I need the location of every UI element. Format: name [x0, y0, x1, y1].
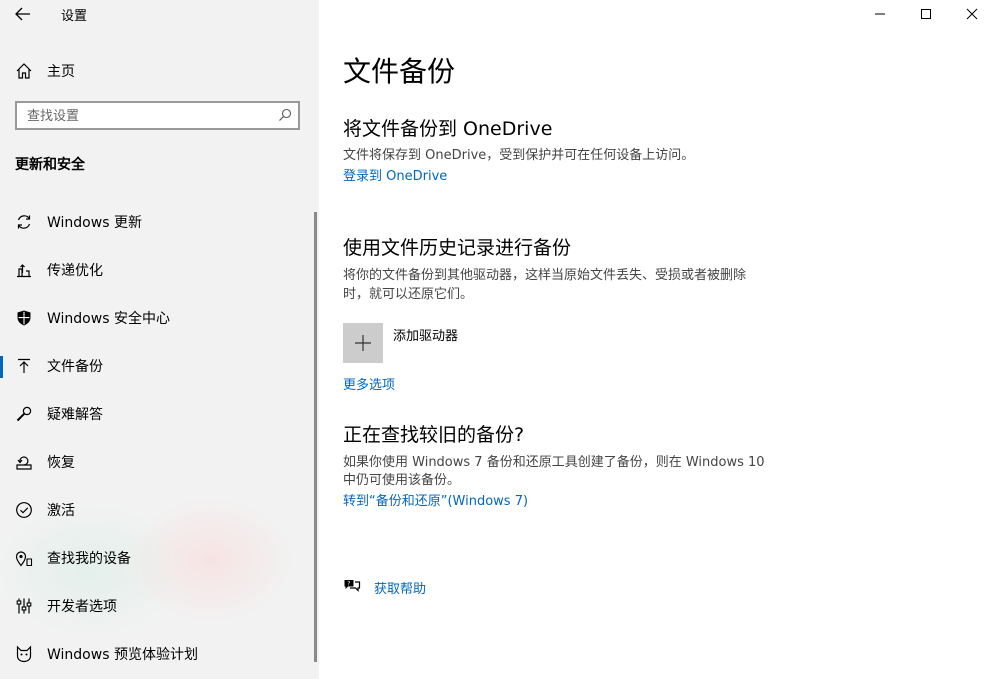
minimize-button[interactable]	[857, 0, 903, 28]
minimize-icon	[875, 13, 885, 15]
wrench-icon	[16, 406, 32, 422]
svg-text:?: ?	[347, 580, 350, 587]
add-drive-tile	[343, 323, 383, 363]
plus-icon	[355, 335, 371, 351]
search-box[interactable]	[15, 101, 300, 130]
get-help-link[interactable]: ? 获取帮助	[343, 576, 543, 598]
file-history-description-line2: 时，就可以还原它们。	[343, 287, 474, 302]
section-title: 更新和安全	[15, 157, 85, 173]
window-controls	[857, 0, 995, 28]
app-title: 设置	[61, 9, 88, 24]
help-chat-icon: ?	[344, 580, 361, 592]
add-drive-label: 添加驱动器	[393, 329, 459, 344]
sidebar-item-label: 疑难解答	[47, 407, 103, 423]
backup-arrow-icon	[18, 358, 30, 373]
file-history-heading: 使用文件历史记录进行备份	[343, 237, 572, 259]
sidebar-item-label: 恢复	[47, 455, 75, 471]
sidebar-item-developer-options[interactable]: 开发者选项	[0, 582, 319, 630]
sidebar-item-troubleshoot[interactable]: 疑难解答	[0, 390, 319, 438]
checkmark-circle-icon	[16, 502, 32, 518]
search-input[interactable]	[25, 106, 269, 127]
onedrive-heading: 将文件备份到 OneDrive	[343, 118, 553, 140]
older-backup-description-line2: 中仍可使用该备份。	[343, 473, 461, 488]
add-drive-button[interactable]: 添加驱动器	[343, 323, 643, 363]
sidebar-item-delivery-optimization[interactable]: 传递优化	[0, 246, 319, 294]
sidebar-scrollbar[interactable]	[314, 212, 317, 662]
close-icon	[966, 8, 978, 20]
developer-icon	[16, 598, 32, 614]
older-backup-heading: 正在查找较旧的备份?	[343, 424, 525, 446]
back-button[interactable]	[12, 3, 34, 25]
sidebar-nav: Windows 更新 传递优化 Windows 安全中心 文件备份 疑难解答 恢…	[0, 198, 319, 678]
sidebar-item-windows-update[interactable]: Windows 更新	[0, 198, 319, 246]
sidebar-item-label: Windows 更新	[47, 215, 142, 231]
insider-cat-icon	[16, 645, 32, 663]
backup-restore-win7-link[interactable]: 转到“备份和还原”(Windows 7)	[343, 490, 528, 509]
sidebar-item-label: 传递优化	[47, 263, 103, 279]
maximize-icon	[921, 9, 931, 19]
sidebar-item-find-my-device[interactable]: 查找我的设备	[0, 534, 319, 582]
sidebar-item-backup[interactable]: 文件备份	[0, 342, 319, 390]
sidebar-item-label: 主页	[47, 64, 75, 80]
back-arrow-icon	[15, 7, 30, 21]
delivery-optimization-icon	[17, 264, 31, 278]
search-icon[interactable]	[278, 108, 292, 122]
sidebar-item-label: 开发者选项	[47, 599, 117, 615]
refresh-icon	[17, 215, 31, 229]
find-device-icon	[15, 551, 33, 567]
sidebar-item-activation[interactable]: 激活	[0, 486, 319, 534]
sidebar-item-label: Windows 预览体验计划	[47, 647, 198, 663]
sidebar-item-recovery[interactable]: 恢复	[0, 438, 319, 486]
sidebar-item-label: 文件备份	[47, 359, 103, 375]
sign-in-onedrive-link[interactable]: 登录到 OneDrive	[343, 165, 447, 184]
home-icon	[16, 63, 32, 79]
file-history-description-line1: 将你的文件备份到其他驱动器，这样当原始文件丢失、受损或者被删除	[343, 268, 747, 283]
page-title: 文件备份	[343, 55, 456, 88]
get-help-label: 获取帮助	[374, 582, 427, 597]
sidebar-item-label: 查找我的设备	[47, 551, 131, 567]
sidebar-item-label: 激活	[47, 503, 75, 519]
older-backup-description-line1: 如果你使用 Windows 7 备份和还原工具创建了备份，则在 Windows …	[343, 455, 765, 470]
more-options-link[interactable]: 更多选项	[343, 374, 395, 393]
close-button[interactable]	[949, 0, 995, 28]
sidebar-item-windows-insider[interactable]: Windows 预览体验计划	[0, 630, 319, 678]
sidebar-item-label: Windows 安全中心	[47, 311, 170, 327]
onedrive-description: 文件将保存到 OneDrive，受到保护并可在任何设备上访问。	[343, 148, 695, 163]
shield-icon	[17, 310, 31, 326]
sidebar: 设置 主页 更新和安全 Windows 更新 传递优化	[0, 0, 319, 679]
title-bar: 设置	[0, 0, 319, 28]
recovery-icon	[16, 456, 32, 470]
sidebar-item-windows-security[interactable]: Windows 安全中心	[0, 294, 319, 342]
maximize-button[interactable]	[903, 0, 949, 28]
sidebar-item-home[interactable]: 主页	[0, 54, 319, 88]
